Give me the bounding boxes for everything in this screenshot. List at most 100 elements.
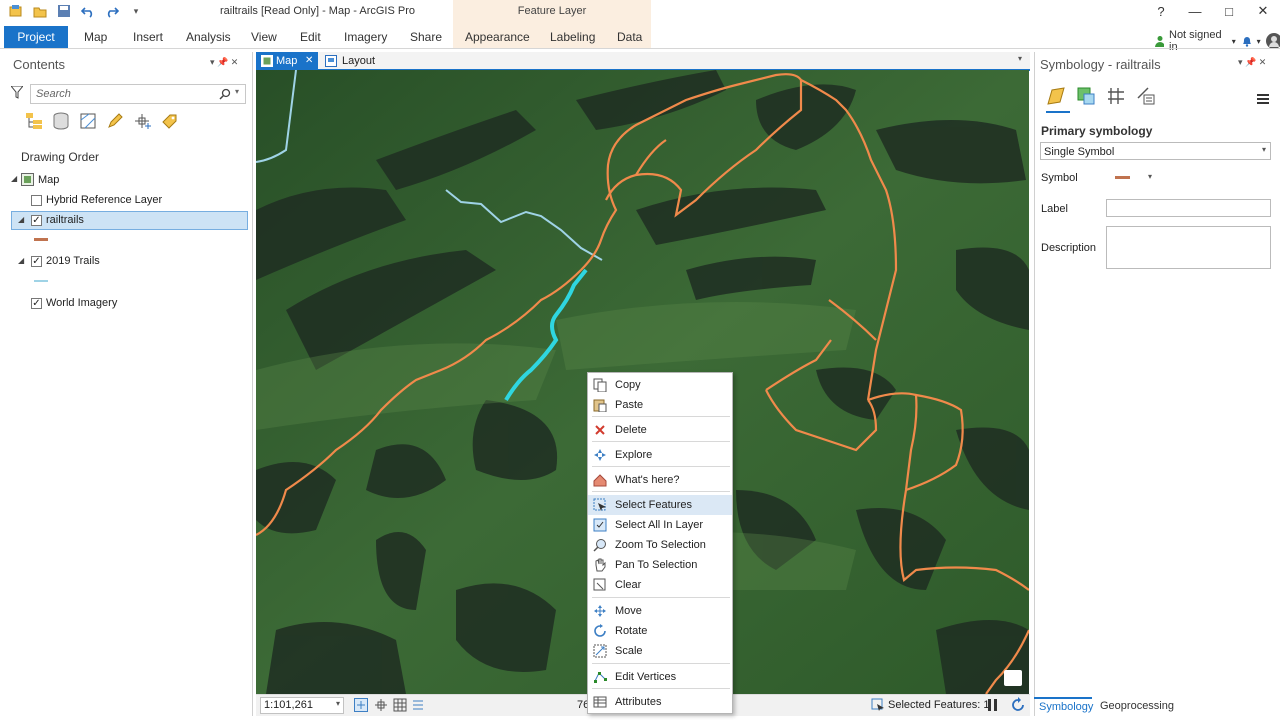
- collapse-layer-icon[interactable]: ◢: [18, 256, 24, 265]
- symbol-layer-drawing-icon[interactable]: [1106, 86, 1126, 106]
- snapping-icon[interactable]: [374, 698, 388, 712]
- list-by-labeling-icon[interactable]: [160, 112, 178, 130]
- attributes-icon: [593, 696, 607, 708]
- selected-features-count[interactable]: Selected Features: 1: [888, 699, 990, 711]
- tab-project[interactable]: Project: [4, 26, 68, 48]
- customize-qat-icon[interactable]: ▾: [128, 3, 144, 19]
- redo-icon[interactable]: [104, 3, 120, 19]
- minimize-icon[interactable]: —: [1178, 0, 1212, 22]
- help-button[interactable]: ?: [1144, 0, 1178, 22]
- menu-label: Select Features: [615, 499, 693, 511]
- hybrid-layer-label[interactable]: Hybrid Reference Layer: [46, 194, 162, 206]
- chevron-down-icon[interactable]: ▾: [1148, 172, 1152, 181]
- tab-geoprocessing[interactable]: Geoprocessing: [1096, 697, 1174, 716]
- notifications-icon[interactable]: [1004, 670, 1022, 686]
- scale-selector[interactable]: 1:101,261: [260, 697, 344, 714]
- tab-analysis[interactable]: Analysis: [186, 26, 231, 48]
- menu-item-select-all[interactable]: Select All In Layer: [588, 515, 732, 535]
- grid-icon[interactable]: [393, 698, 407, 712]
- new-project-icon[interactable]: [8, 3, 24, 19]
- primary-symbology-icon[interactable]: [1046, 86, 1066, 106]
- symbol-swatch[interactable]: [1115, 176, 1130, 179]
- railtrails-layer-label[interactable]: railtrails: [46, 214, 84, 226]
- label-input[interactable]: [1106, 199, 1271, 217]
- sign-in-status[interactable]: Not signed in ▾ ▾: [1155, 29, 1280, 53]
- pane-options-icon[interactable]: ▾ 📌 ✕: [210, 57, 238, 68]
- zoom-to-selection-icon: [593, 539, 606, 552]
- world-imagery-layer-label[interactable]: World Imagery: [46, 297, 117, 309]
- pane-options-icon[interactable]: ▾ 📌 ✕: [1238, 57, 1266, 68]
- description-input[interactable]: [1106, 226, 1271, 269]
- menu-item-explore[interactable]: Explore: [588, 445, 732, 465]
- symbology-type-select[interactable]: Single Symbol ▾: [1040, 142, 1271, 160]
- search-input[interactable]: Search ▾: [30, 84, 246, 104]
- view-tabs: Map ✕ Layout ▾: [256, 52, 1030, 70]
- collapse-map-icon[interactable]: ◢: [11, 174, 17, 183]
- trails-2019-checkbox[interactable]: ✓: [31, 256, 42, 267]
- menu-item-whats-here[interactable]: What's here?: [588, 470, 732, 490]
- search-icon[interactable]: [219, 88, 231, 100]
- maximize-icon[interactable]: □: [1212, 0, 1246, 22]
- advanced-symbology-icon[interactable]: [1136, 86, 1156, 106]
- hamburger-menu-icon[interactable]: [1257, 94, 1269, 96]
- trails-2019-layer-label[interactable]: 2019 Trails: [46, 255, 100, 267]
- menu-item-scale[interactable]: Scale: [588, 641, 732, 661]
- list-by-selection-icon[interactable]: [79, 112, 97, 130]
- correction-icon[interactable]: [411, 698, 425, 712]
- map-icon: [21, 173, 34, 186]
- chevron-down-icon: ▾: [1256, 36, 1261, 46]
- railtrails-symbol-swatch[interactable]: [34, 238, 48, 241]
- menu-item-delete[interactable]: Delete: [588, 420, 732, 440]
- menu-item-paste[interactable]: Paste: [588, 395, 732, 415]
- list-by-snapping-icon[interactable]: [133, 112, 151, 130]
- user-icon: [1155, 36, 1164, 47]
- pause-icon[interactable]: [988, 699, 991, 711]
- tab-view[interactable]: View: [251, 26, 277, 48]
- symbology-mode-toolbar: [1046, 86, 1156, 106]
- collapse-layer-icon[interactable]: ◢: [18, 215, 24, 224]
- account-avatar-icon[interactable]: [1265, 33, 1280, 49]
- tab-layout-view[interactable]: Layout: [322, 52, 392, 70]
- tab-labeling[interactable]: Labeling: [550, 26, 595, 48]
- menu-item-edit-vertices[interactable]: Edit Vertices: [588, 667, 732, 687]
- chevron-down-icon[interactable]: ▾: [1018, 54, 1022, 63]
- close-tab-icon[interactable]: ✕: [305, 52, 313, 70]
- menu-item-rotate[interactable]: Rotate: [588, 621, 732, 641]
- menu-item-zoom-to-selection[interactable]: Zoom To Selection: [588, 535, 732, 555]
- undo-icon[interactable]: [80, 3, 96, 19]
- tab-map-view[interactable]: Map ✕: [256, 52, 318, 70]
- menu-item-move[interactable]: Move: [588, 601, 732, 621]
- open-project-icon[interactable]: [32, 3, 48, 19]
- menu-label: Select All In Layer: [615, 519, 704, 531]
- tab-share[interactable]: Share: [410, 26, 442, 48]
- tab-map[interactable]: Map: [84, 26, 107, 48]
- chevron-down-icon[interactable]: ▾: [336, 699, 340, 708]
- menu-item-attributes[interactable]: Attributes: [588, 692, 732, 712]
- tab-data[interactable]: Data: [617, 26, 642, 48]
- tab-edit[interactable]: Edit: [300, 26, 321, 48]
- save-icon[interactable]: [56, 3, 72, 19]
- notification-bell-icon[interactable]: [1241, 35, 1252, 47]
- vary-symbology-icon[interactable]: [1076, 86, 1096, 106]
- chevron-down-icon[interactable]: ▾: [235, 87, 239, 96]
- close-icon[interactable]: ✕: [1246, 0, 1280, 22]
- hybrid-layer-checkbox[interactable]: [31, 195, 42, 206]
- menu-item-copy[interactable]: Copy: [588, 375, 732, 395]
- trails-2019-symbol-swatch[interactable]: [34, 280, 48, 282]
- tab-symbology[interactable]: Symbology: [1034, 697, 1093, 716]
- filter-icon[interactable]: [9, 85, 25, 102]
- menu-item-select-features[interactable]: Select Features: [588, 495, 732, 515]
- list-by-editing-icon[interactable]: [106, 112, 124, 130]
- menu-item-clear[interactable]: Clear: [588, 575, 732, 595]
- world-imagery-checkbox[interactable]: ✓: [31, 298, 42, 309]
- tab-appearance[interactable]: Appearance: [465, 26, 530, 48]
- tab-imagery[interactable]: Imagery: [344, 26, 387, 48]
- refresh-icon[interactable]: [1010, 697, 1026, 713]
- railtrails-checkbox[interactable]: ✓: [31, 215, 42, 226]
- fixed-zoom-icon[interactable]: [354, 698, 368, 712]
- map-node-label[interactable]: Map: [38, 174, 59, 186]
- menu-item-pan-to-selection[interactable]: Pan To Selection: [588, 555, 732, 575]
- tab-insert[interactable]: Insert: [133, 26, 163, 48]
- list-by-data-source-icon[interactable]: [52, 112, 70, 130]
- list-by-drawing-order-icon[interactable]: [25, 112, 43, 130]
